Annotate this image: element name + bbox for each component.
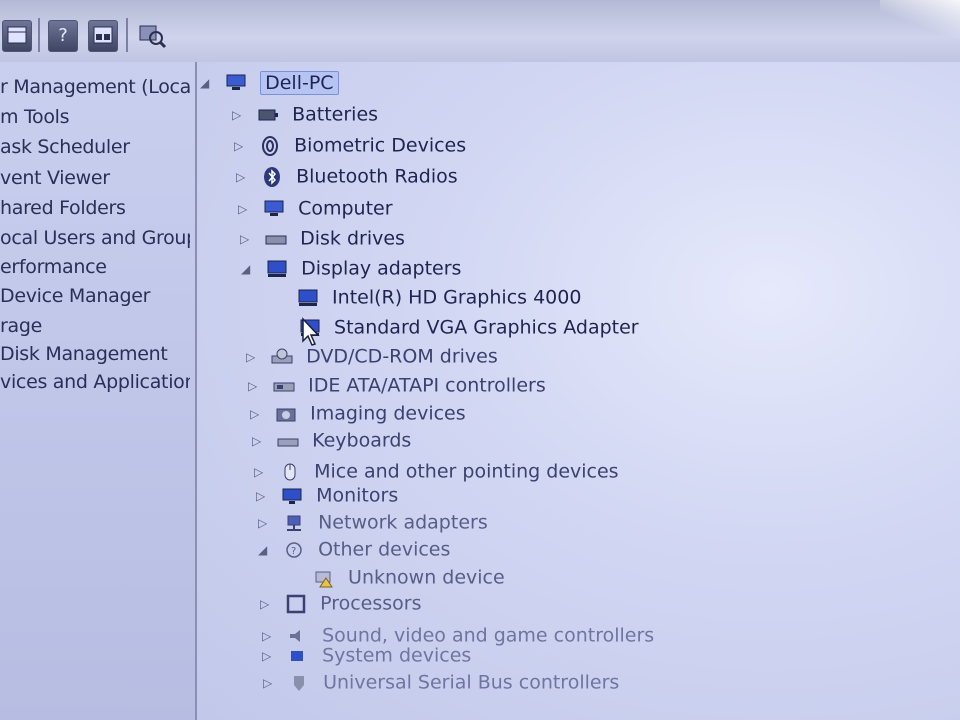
display-adapter-icon xyxy=(298,289,318,306)
collapse-arrow-icon[interactable]: ◢ xyxy=(241,255,257,283)
device-unknown-device[interactable]: Unknown device xyxy=(310,563,505,591)
category-label: Mice and other pointing devices xyxy=(314,460,619,483)
expand-arrow-icon[interactable]: ▷ xyxy=(250,400,266,428)
nav-event-viewer[interactable]: vent Viewer xyxy=(0,165,190,191)
help-label: ? xyxy=(58,25,68,46)
expand-arrow-icon[interactable]: ▷ xyxy=(256,482,272,510)
nav-performance[interactable]: erformance xyxy=(0,254,190,280)
expand-arrow-icon[interactable]: ▷ xyxy=(260,590,276,618)
category-label: Monitors xyxy=(316,484,399,507)
expand-arrow-icon[interactable]: ▷ xyxy=(262,642,278,670)
category-display-adapters[interactable]: ◢ Display adapters xyxy=(241,254,461,282)
keyboard-icon xyxy=(277,438,299,446)
nav-computer-management[interactable]: r Management (Local xyxy=(0,74,190,100)
category-label: System devices xyxy=(322,644,472,667)
category-other-devices[interactable]: ◢ ? Other devices xyxy=(258,535,450,563)
expand-arrow-icon[interactable]: ▷ xyxy=(240,225,256,253)
tree-root[interactable]: ◢ Dell-PC xyxy=(200,68,339,96)
nav-disk-management[interactable]: Disk Management xyxy=(0,341,190,367)
device-standard-vga-adapter[interactable]: Standard VGA Graphics Adapter xyxy=(296,313,639,341)
expand-arrow-icon[interactable]: ▷ xyxy=(248,372,264,400)
nav-shared-folders[interactable]: hared Folders xyxy=(0,195,190,221)
category-keyboards[interactable]: ▷ Keyboards xyxy=(252,426,411,454)
category-label: Computer xyxy=(298,197,393,220)
toolbar: ? xyxy=(0,0,960,63)
device-label: Unknown device xyxy=(348,566,505,589)
category-label: Biometric Devices xyxy=(294,134,467,157)
category-disk-drives[interactable]: ▷ Disk drives xyxy=(240,224,405,252)
ide-controller-icon xyxy=(273,382,295,391)
screen-glare xyxy=(880,0,960,40)
category-computer[interactable]: ▷ Computer xyxy=(238,194,393,222)
category-label: Imaging devices xyxy=(310,402,466,425)
device-label: Standard VGA Graphics Adapter xyxy=(334,316,639,339)
properties-icon[interactable] xyxy=(2,20,32,52)
device-label: Intel(R) HD Graphics 4000 xyxy=(332,286,582,309)
camera-icon xyxy=(276,408,296,421)
expand-arrow-icon[interactable]: ▷ xyxy=(232,101,248,129)
expand-arrow-icon[interactable]: ▷ xyxy=(238,195,254,223)
expand-arrow-icon[interactable]: ▷ xyxy=(252,427,268,455)
monitor-icon xyxy=(282,488,302,504)
category-monitors[interactable]: ▷ Monitors xyxy=(256,481,398,509)
category-label: Network adapters xyxy=(318,511,488,534)
help-icon[interactable]: ? xyxy=(48,20,78,52)
console-tree: r Management (Local m Tools ask Schedule… xyxy=(0,62,197,720)
category-label: Keyboards xyxy=(312,429,412,452)
disk-drive-icon xyxy=(265,235,287,244)
processor-icon xyxy=(286,594,306,613)
category-processors[interactable]: ▷ Processors xyxy=(260,589,422,617)
svg-text:?: ? xyxy=(291,546,296,557)
nav-device-manager[interactable]: Device Manager xyxy=(0,283,190,309)
nav-services-applications[interactable]: vices and Applications xyxy=(0,369,190,395)
unknown-device-icon: ? xyxy=(286,541,302,558)
nav-task-scheduler[interactable]: ask Scheduler xyxy=(0,134,190,160)
collapse-arrow-icon[interactable]: ◢ xyxy=(258,536,274,564)
category-label: IDE ATA/ATAPI controllers xyxy=(308,374,546,397)
network-adapter-icon xyxy=(287,515,302,531)
nav-storage[interactable]: rage xyxy=(0,313,190,339)
device-intel-hd-graphics[interactable]: Intel(R) HD Graphics 4000 xyxy=(294,283,581,311)
category-usb-controllers[interactable]: ▷ Universal Serial Bus controllers xyxy=(263,668,619,696)
mouse-icon xyxy=(284,463,296,480)
dvd-drive-icon xyxy=(271,348,293,363)
category-batteries[interactable]: ▷ Batteries xyxy=(232,100,378,128)
system-device-icon xyxy=(291,650,304,661)
category-label: Disk drives xyxy=(300,227,405,250)
mouse-pointer-icon xyxy=(302,317,320,346)
computer-icon xyxy=(226,74,246,90)
category-bluetooth-radios[interactable]: ▷ Bluetooth Radios xyxy=(236,162,458,190)
usb-icon xyxy=(294,675,305,691)
battery-icon xyxy=(258,109,279,120)
expand-arrow-icon[interactable]: ▷ xyxy=(246,343,262,371)
category-label: DVD/CD-ROM drives xyxy=(306,345,498,368)
expand-arrow-icon[interactable]: ▷ xyxy=(236,163,252,191)
category-label: Display adapters xyxy=(301,257,462,280)
category-biometric-devices[interactable]: ▷ Biometric Devices xyxy=(234,131,466,159)
scan-hardware-icon[interactable] xyxy=(136,20,168,50)
view-icon[interactable] xyxy=(88,20,118,52)
category-label: Bluetooth Radios xyxy=(296,165,458,188)
nav-local-users-groups[interactable]: ocal Users and Groups xyxy=(0,225,190,251)
tree-root-label: Dell-PC xyxy=(260,70,339,95)
category-label: Other devices xyxy=(318,538,451,561)
expand-arrow-icon[interactable]: ▷ xyxy=(258,509,274,537)
category-imaging-devices[interactable]: ▷ Imaging devices xyxy=(250,399,466,427)
expand-arrow-icon[interactable]: ▷ xyxy=(263,669,279,697)
display-adapter-icon xyxy=(267,260,287,277)
category-dvd-cdrom-drives[interactable]: ▷ DVD/CD-ROM drives xyxy=(246,342,498,370)
category-network-adapters[interactable]: ▷ Network adapters xyxy=(258,508,488,536)
category-label: Processors xyxy=(320,592,422,615)
category-label: Batteries xyxy=(292,103,379,126)
collapse-arrow-icon[interactable]: ◢ xyxy=(200,69,216,97)
fingerprint-icon xyxy=(262,135,279,156)
nav-system-tools[interactable]: m Tools xyxy=(0,104,190,130)
category-system-devices[interactable]: ▷ System devices xyxy=(262,641,471,669)
computer-icon xyxy=(264,200,284,216)
category-label: Universal Serial Bus controllers xyxy=(323,671,620,694)
category-ide-controllers[interactable]: ▷ IDE ATA/ATAPI controllers xyxy=(248,371,546,399)
expand-arrow-icon[interactable]: ▷ xyxy=(234,132,250,160)
warning-device-icon xyxy=(315,571,333,587)
bluetooth-icon xyxy=(264,166,281,187)
